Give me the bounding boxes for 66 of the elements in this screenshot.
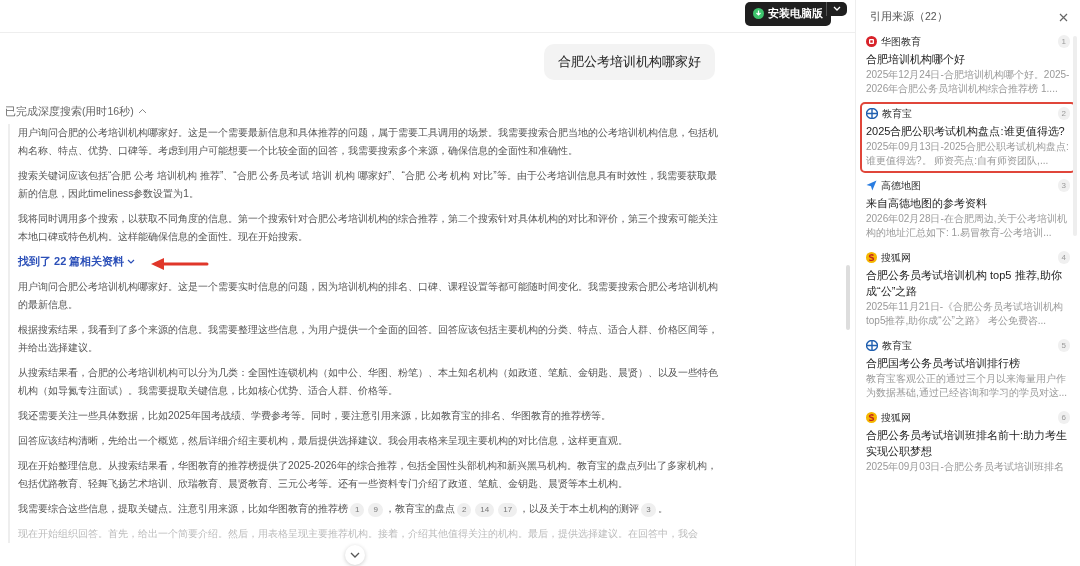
caret-icon [833, 6, 841, 12]
source-snippet: 2025年12月24日-合肥培训机构哪个好。2025-2026年合肥公务员培训机构综合推荐榜 1.... [866, 68, 1070, 96]
citation-link[interactable]: 14 [475, 502, 495, 517]
source-number: 2 [1057, 107, 1070, 120]
source-number: 4 [1057, 251, 1070, 264]
site-logo-icon [866, 36, 877, 47]
citation-link[interactable]: 17 [498, 502, 518, 517]
source-card[interactable]: 华图教育 1 合肥培训机构哪个好 2025年12月24日-合肥培训机构哪个好。2025-2026年合肥公务员培训机构综合推荐榜 1.... [860, 30, 1076, 101]
source-site-name: 搜狐网 [881, 411, 911, 425]
annotation-arrow [150, 258, 210, 270]
thought-paragraph: 回答应该结构清晰，先给出一个概览，然后详细介绍主要机构，最后提供选择建议。我会用表格来呈现主要机构的对比信息，这样更直观。 [18, 433, 628, 448]
source-snippet: 2025年11月21日-《合肥公务员考试培训机构top5推荐,助你成“公”之路》 考公免费咨... [866, 300, 1065, 328]
source-number: 6 [1057, 411, 1070, 424]
source-snippet: 2025年09月03日-合肥公务员考试培训班排名 [866, 460, 1065, 474]
download-icon [753, 8, 764, 20]
source-number: 5 [1057, 339, 1070, 352]
chevron-down-icon [127, 259, 136, 264]
close-button[interactable] [1059, 12, 1068, 22]
scroll-down-button[interactable] [345, 545, 365, 565]
thought-paragraph: 我还需要关注一些具体数据，比如2025年国考战绩、学费参考等。同时，要注意引用来源，比如教育宝的排名、华图教育的推荐榜等。 [18, 408, 611, 423]
panel-title: 引用来源（22） [870, 9, 948, 25]
site-logo-icon [866, 340, 878, 351]
source-title[interactable]: 合肥公务员考试培训机构 top5 推荐,助你成“公”之路 [866, 267, 1070, 299]
source-title[interactable]: 来自高德地图的参考资料 [866, 195, 1070, 211]
sources-found-link[interactable]: 找到了 22 篇相关资料 [18, 253, 136, 270]
source-number: 3 [1057, 179, 1070, 192]
thought-paragraph: 从搜索结果看，合肥的公考培训机构可以分为几类：全国性连锁机构（如中公、华图、粉笔）、本土知名机构（如政道、笔航、金钥匙、晨贤）、以及一些特色机构（如导氮专注面试）。我需要提取关键信息，比如核心优势、适合人群、价格等。 [18, 365, 719, 398]
source-site-name: 高德地图 [881, 179, 921, 193]
source-title[interactable]: 合肥培训机构哪个好 [866, 51, 1070, 67]
thought-paragraph: 现在开始整理信息。从搜索结果看，华图教育的推荐榜提供了2025-2026年的综合推荐，包括全国性头部机构和新兴黑马机构。教育宝的盘点列出了多家机构，包括优路教育、轻舞飞扬艺术培训、欣瑞教育、晨贤教育、三元公考等。还有一些资料专门介绍了政道、笔航、金钥匙、晨贤等本土机构。 [18, 458, 718, 491]
thought-paragraph: 根据搜索结果，我看到了多个来源的信息。我需要整理这些信息，为用户提供一个全面的回答。回答应该包括主要机构的分类、特点、适合人群、价格区间等，并给出选择建议。 [18, 322, 719, 355]
scrollbar-thumb[interactable] [846, 265, 850, 330]
source-snippet: 2025年09月13日-2025合肥公职考试机构盘点:谁更值得选?。 师资亮点:自有师资团队,... [866, 140, 1070, 168]
source-site-name: 教育宝 [882, 339, 912, 353]
dropdown-button[interactable] [826, 2, 847, 16]
source-title[interactable]: 2025合肥公职考试机构盘点:谁更值得选? [866, 123, 1070, 139]
citation-link[interactable]: 3 [641, 502, 656, 517]
thought-paragraph: 我将同时调用多个搜索，以获取不同角度的信息。第一个搜索针对合肥公考培训机构的综合推荐，第二个搜索针对具体机构的对比和评价，第三个搜索可能关注本地口碑或特色机构。这样能确保信息的全面性。现在开始搜索。 [18, 212, 719, 245]
source-card[interactable]: 高德地图 3 来自高德地图的参考资料 2026年02月28日-在合肥周边,关于公考培训机构的地址汇总如下: 1.易冒教育-公考培训... [860, 174, 1076, 245]
thought-paragraph: 用户询问合肥公考培训机构哪家好。这是一个需要实时信息的问题，因为培训机构的排名、口碑、课程设置等都可能随时间变化。我需要搜索合肥公考培训机构的最新信息。 [18, 279, 719, 312]
source-snippet: 2026年02月28日-在合肥周边,关于公考培训机构的地址汇总如下: 1.易冒教育-公考培训... [866, 212, 1068, 240]
close-icon [1059, 12, 1068, 22]
citation-link[interactable]: 2 [456, 502, 472, 517]
site-logo-icon [866, 108, 878, 119]
site-logo-icon [866, 252, 877, 263]
chevron-down-icon [350, 552, 360, 558]
source-site-name: 华图教育 [881, 35, 921, 49]
citation-link[interactable]: 9 [368, 502, 383, 517]
source-number: 1 [1057, 35, 1070, 48]
navigation-icon [866, 180, 877, 191]
thought-paragraph: 我需要综合这些信息，提取关键点。注意引用来源，比如华图教育的推荐榜 1 9 ，教育宝的盘点 2 14 17 ，以及关于本土机构的测评 3 。 [18, 499, 668, 518]
source-snippet: 教育宝客观公正的通过三个月以来海量用户作为数据基础,通过已经咨询和学习的学员对这... [866, 372, 1069, 400]
thinking-status[interactable]: 已完成深度搜索(用时16秒) [5, 103, 134, 120]
source-title[interactable]: 合肥公务员考试培训班排名前十:助力考生实现公职梦想 [866, 427, 1070, 459]
thought-paragraph: 搜索关键词应该包括“合肥 公考 培训机构 推荐”、“合肥 公务员考试 培训 机构 哪家好”、“合肥 公考 机构 对比”等。由于公考培训信息具有时效性，我需要获取最新的信息，因此timeliness参数设置为1。 [18, 169, 718, 202]
source-title[interactable]: 合肥国考公务员考试培训排行榜 [866, 355, 1070, 371]
source-card[interactable]: 搜狐网 4 合肥公务员考试培训机构 top5 推荐,助你成“公”之路 2025年11月21日-《合肥公务员考试培训机构top5推荐,助你成“公”之路》 考公免费咨... [860, 246, 1076, 333]
source-card[interactable]: 搜狐网 6 合肥公务员考试培训班排名前十:助力考生实现公职梦想 2025年09月03日-合肥公务员考试培训班排名 [860, 406, 1076, 479]
citation-link[interactable]: 1 [350, 502, 365, 517]
thought-paragraph: 用户询问合肥的公考培训机构哪家好。这是一个需要最新信息和具体推荐的问题，属于需要工具调用的场景。我需要搜索合肥当地的公考培训机构信息，包括机构名称、特点、优势、口碑等。考虑到用户可能想要一个比较全面的回答，我需要搜索多个来源，确保信息的全面性和准确性。 [18, 126, 719, 159]
user-message: 合肥公考培训机构哪家好 [544, 44, 715, 80]
site-logo-icon [866, 412, 877, 423]
source-card[interactable]: 教育宝 5 合肥国考公务员考试培训排行榜 教育宝客观公正的通过三个月以来海量用户作为数据基础,通过已经咨询和学习的学员对这... [860, 334, 1076, 405]
source-site-name: 教育宝 [882, 107, 912, 121]
install-desktop-button[interactable]: 安装电脑版 [745, 2, 831, 26]
source-site-name: 搜狐网 [881, 251, 911, 265]
